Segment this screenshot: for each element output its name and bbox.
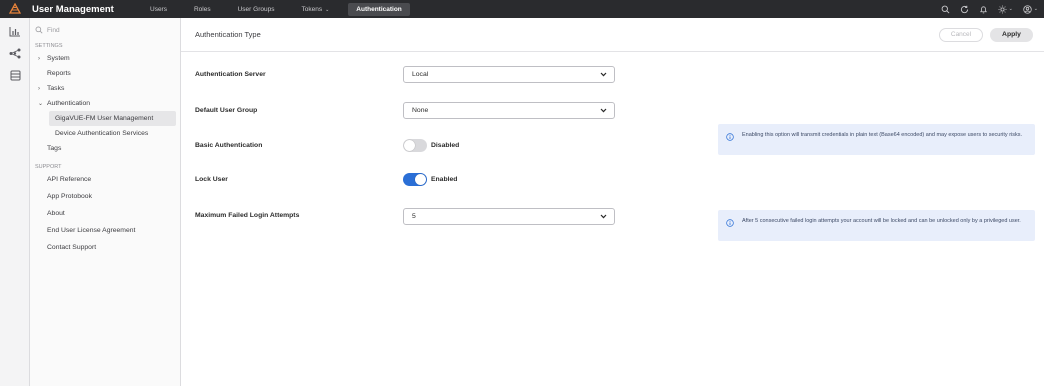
basic-auth-state: Disabled: [431, 142, 460, 149]
info-icon: [726, 133, 734, 141]
chevron-down-icon: [600, 72, 607, 77]
sidebar-item-authentication[interactable]: ⌄ Authentication: [30, 96, 180, 111]
theme-menu[interactable]: ⌄: [998, 4, 1013, 14]
refresh-icon[interactable]: [960, 5, 969, 14]
top-icons: ⌄ ⌄: [941, 0, 1038, 18]
dashboard-chart-icon[interactable]: [0, 22, 30, 40]
sidebar-item-eula[interactable]: End User License Agreement: [30, 223, 180, 238]
sidebar-item-api-reference[interactable]: API Reference: [30, 172, 180, 187]
sidebar-item-tasks[interactable]: › Tasks: [30, 81, 180, 96]
auth-server-select[interactable]: Local: [403, 66, 615, 83]
sidebar-item-contact-support[interactable]: Contact Support: [30, 240, 180, 255]
user-menu[interactable]: ⌄: [1023, 4, 1038, 14]
lock-user-info-banner: After 5 consecutive failed login attempt…: [718, 210, 1035, 241]
default-group-value: None: [412, 107, 429, 114]
auth-server-label: Authentication Server: [195, 71, 266, 78]
main-content: Authentication Type Cancel Apply Authent…: [181, 18, 1044, 386]
chevron-down-icon: ⌄: [1033, 6, 1038, 12]
app-logo-icon[interactable]: [0, 0, 30, 18]
cancel-button[interactable]: Cancel: [939, 28, 983, 42]
user-icon: [1023, 4, 1032, 14]
default-group-select[interactable]: None: [403, 102, 615, 119]
chevron-right-icon: ›: [38, 56, 40, 62]
sidebar-item-app-protobook[interactable]: App Protobook: [30, 189, 180, 204]
toggle-knob: [415, 174, 426, 185]
nav-tab-user-groups[interactable]: User Groups: [230, 3, 283, 16]
chevron-down-icon: ⌄: [1008, 6, 1013, 12]
info-icon: [726, 219, 734, 227]
toggle-knob: [404, 140, 415, 151]
sidebar-item-system[interactable]: › System: [30, 51, 180, 66]
page-title: Authentication Type: [195, 30, 261, 39]
sidebar-item-label: Tasks: [47, 85, 65, 92]
nav-tab-users[interactable]: Users: [142, 3, 175, 16]
basic-auth-info-text: Enabling this option will transmit crede…: [742, 132, 1023, 138]
sidebar-item-tags[interactable]: Tags: [30, 141, 180, 156]
default-group-label: Default User Group: [195, 107, 258, 114]
sidebar: Find SETTINGS › System Reports › Tasks ⌄ Au…: [30, 18, 181, 386]
nav-tab-tokens-label: Tokens: [301, 5, 323, 13]
search-input[interactable]: Find: [35, 23, 180, 37]
sidebar-item-device-authentication-services[interactable]: Device Authentication Services: [30, 126, 180, 141]
main-header: Authentication Type: [181, 18, 1044, 52]
nav-tab-tokens[interactable]: Tokens ⌄: [293, 3, 337, 16]
sidebar-item-label: Authentication: [47, 100, 91, 107]
basic-auth-info-banner: Enabling this option will transmit crede…: [718, 124, 1035, 155]
sidebar-item-label: System: [47, 55, 70, 62]
inventory-icon[interactable]: [0, 66, 30, 84]
icon-rail: [0, 18, 30, 386]
lock-user-label: Lock User: [195, 176, 228, 183]
search-icon: [35, 26, 43, 34]
max-attempts-value: 5: [412, 213, 416, 220]
lock-user-state: Enabled: [431, 176, 458, 183]
topology-icon[interactable]: [0, 44, 30, 62]
sidebar-item-about[interactable]: About: [30, 206, 180, 221]
nav-tab-authentication[interactable]: Authentication: [348, 2, 410, 16]
chevron-down-icon: [600, 214, 607, 219]
sun-icon: [998, 4, 1007, 14]
search-icon[interactable]: [941, 5, 950, 14]
basic-auth-toggle[interactable]: [403, 139, 427, 152]
app-title: User Management: [32, 3, 114, 15]
nav-tab-roles[interactable]: Roles: [186, 3, 219, 16]
bell-icon[interactable]: [979, 5, 988, 14]
sidebar-item-reports[interactable]: Reports: [30, 66, 180, 81]
max-attempts-select[interactable]: 5: [403, 208, 615, 225]
search-placeholder: Find: [47, 26, 60, 34]
chevron-down-icon: ⌄: [325, 6, 330, 13]
max-attempts-label: Maximum Failed Login Attempts: [195, 212, 300, 219]
chevron-right-icon: ›: [38, 86, 40, 92]
lock-user-info-text: After 5 consecutive failed login attempt…: [742, 218, 1021, 224]
top-nav: Users Roles User Groups Tokens ⌄ Authenti…: [142, 0, 421, 18]
settings-section-label: SETTINGS: [35, 43, 63, 49]
chevron-down-icon: ⌄: [38, 101, 44, 107]
apply-button[interactable]: Apply: [990, 28, 1033, 42]
sidebar-item-gigavue-fm-user-management[interactable]: GigaVUE-FM User Management: [49, 111, 176, 126]
basic-auth-label: Basic Authentication: [195, 142, 263, 149]
chevron-down-icon: [600, 108, 607, 113]
lock-user-toggle[interactable]: [403, 173, 427, 186]
auth-server-value: Local: [412, 71, 429, 78]
support-section-label: SUPPORT: [35, 164, 62, 170]
top-bar: User Management Users Roles User Groups …: [0, 0, 1044, 18]
